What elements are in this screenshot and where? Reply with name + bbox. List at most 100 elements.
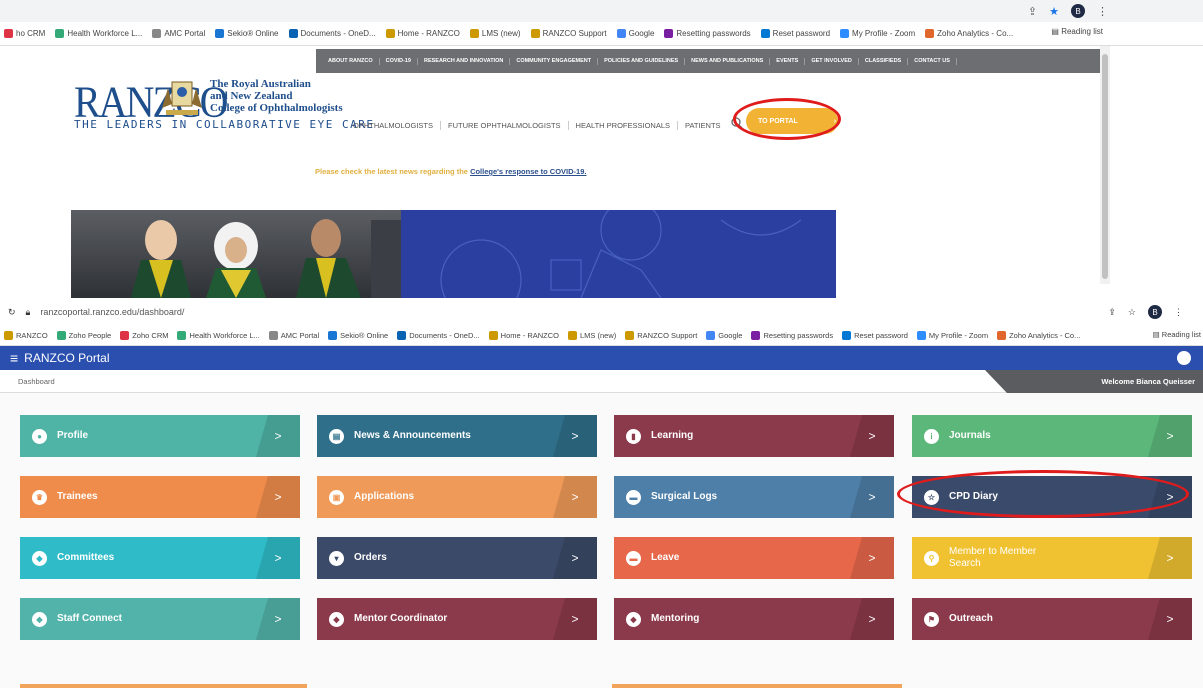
reading-list-link[interactable]: ▤ Reading list (1051, 27, 1103, 36)
site-nav-about-ranzco[interactable]: ABOUT RANZCO (322, 57, 380, 65)
chevron-right-icon[interactable]: > (1148, 415, 1192, 457)
bookmark-label: Home - RANZCO (500, 331, 559, 340)
chevron-right-icon[interactable]: > (553, 598, 597, 640)
bookmark-ranzco-support[interactable]: RANZCO Support (625, 331, 697, 340)
bookmark-favicon-icon (120, 331, 130, 340)
bookmark-amc-portal[interactable]: AMC Portal (152, 29, 205, 38)
profile-avatar[interactable]: B (1071, 4, 1085, 18)
tile-learning[interactable]: ▮ Learning > (614, 415, 894, 457)
tile-leave[interactable]: ▬ Leave > (614, 537, 894, 579)
site-nav-covid-19[interactable]: COVID-19 (380, 57, 418, 65)
site-nav-policies-and-guidelines[interactable]: POLICIES AND GUIDELINES (598, 57, 686, 65)
chevron-right-icon[interactable]: > (850, 415, 894, 457)
tile-member-to-member-search[interactable]: ⚲ Member to Member Search > (912, 537, 1192, 579)
tile-journals[interactable]: i Journals > (912, 415, 1192, 457)
main-nav-health-professionals[interactable]: HEALTH PROFESSIONALS (569, 121, 678, 130)
bookmark-my-profile-zoom[interactable]: My Profile - Zoom (840, 29, 915, 38)
chevron-right-icon[interactable]: > (553, 415, 597, 457)
bookmark-google[interactable]: Google (706, 331, 742, 340)
bookmark-ranzco[interactable]: RANZCO (4, 331, 48, 340)
bookmark-resetting-passwords[interactable]: Resetting passwords (751, 331, 833, 340)
breadcrumb[interactable]: Dashboard (18, 377, 55, 386)
tile-news-announcements[interactable]: ▤ News & Announcements > (317, 415, 597, 457)
main-nav-patients[interactable]: PATIENTS (678, 121, 728, 130)
tile-committees[interactable]: ◆ Committees > (20, 537, 300, 579)
bookmark-reset-password[interactable]: Reset password (760, 29, 830, 38)
tile-mentor-coordinator[interactable]: ◆ Mentor Coordinator > (317, 598, 597, 640)
bookmark-zoho-crm[interactable]: Zoho CRM (120, 331, 168, 340)
bookmark-lms-new[interactable]: LMS (new) (469, 29, 521, 38)
bookmark-favicon-icon (664, 29, 674, 38)
reload-icon[interactable]: ↻ (8, 307, 16, 318)
site-nav-news-and-publications[interactable]: NEWS AND PUBLICATIONS (685, 57, 771, 65)
menu-dots-icon[interactable]: ⋮ (1097, 5, 1108, 18)
site-nav-get-involved[interactable]: GET INVOLVED (805, 57, 859, 65)
user-avatar[interactable] (1177, 351, 1191, 365)
tile-trainees[interactable]: ♛ Trainees > (20, 476, 300, 518)
bookmark-my-profile-zoom[interactable]: My Profile - Zoom (916, 331, 988, 340)
chevron-right-icon[interactable]: > (1148, 598, 1192, 640)
main-nav-future-ophthalmologists[interactable]: FUTURE OPHTHALMOLOGISTS (441, 121, 569, 130)
chevron-right-icon[interactable]: > (850, 537, 894, 579)
reading-list-link[interactable]: ▤ Reading list (1152, 330, 1201, 339)
chevron-right-icon[interactable]: > (256, 415, 300, 457)
chevron-right-icon[interactable]: > (256, 537, 300, 579)
profile-avatar[interactable]: B (1148, 305, 1162, 319)
bookmark-resetting-passwords[interactable]: Resetting passwords (664, 29, 751, 38)
site-nav-classifieds[interactable]: CLASSIFIEDS (859, 57, 909, 65)
tile-mentoring[interactable]: ◆ Mentoring > (614, 598, 894, 640)
bookmark-zoho-people[interactable]: Zoho People (56, 331, 111, 340)
tile-orders[interactable]: ▾ Orders > (317, 537, 597, 579)
bookmark-amc-portal[interactable]: AMC Portal (268, 331, 319, 340)
main-nav-ophthalmologists[interactable]: OPHTHALMOLOGISTS (346, 121, 442, 130)
bookmark-reset-password[interactable]: Reset password (842, 331, 908, 340)
bookmark-home-ranzco[interactable]: Home - RANZCO (385, 29, 460, 38)
page-scrollbar[interactable] (1100, 46, 1110, 284)
bookmark-star-icon[interactable]: ☆ (1128, 307, 1136, 318)
welcome-banner: Welcome Bianca Queisser (985, 370, 1203, 393)
bookmark-health-workforce-l[interactable]: Health Workforce L... (55, 29, 142, 38)
chevron-right-icon[interactable]: > (1148, 537, 1192, 579)
site-nav-contact-us[interactable]: CONTACT US (908, 57, 957, 65)
scrollbar-thumb[interactable] (1102, 54, 1108, 279)
bookmark-sekio-online[interactable]: Sekio® Online (215, 29, 279, 38)
bookmark-favicon-icon (288, 29, 298, 38)
bookmark-health-workforce-l[interactable]: Health Workforce L... (177, 331, 260, 340)
bookmark-favicon-icon (530, 29, 540, 38)
bookmark-star-icon[interactable]: ★ (1049, 5, 1059, 18)
site-nav-events[interactable]: EVENTS (770, 57, 806, 65)
bookmark-ranzco-support[interactable]: RANZCO Support (530, 29, 607, 38)
chevron-right-icon[interactable]: > (850, 598, 894, 640)
bookmark-label: Health Workforce L... (189, 331, 260, 340)
bookmark-zoho-analytics-co[interactable]: Zoho Analytics - Co... (925, 29, 1013, 38)
chevron-right-icon[interactable]: > (256, 598, 300, 640)
chevron-right-icon[interactable]: > (553, 476, 597, 518)
share-icon[interactable]: ⇪ (1108, 307, 1116, 318)
hamburger-menu-icon[interactable]: ≡ (10, 351, 18, 365)
tile-staff-connect[interactable]: ◆ Staff Connect > (20, 598, 300, 640)
bookmark-label: LMS (new) (580, 331, 617, 340)
bookmark-favicon-icon (488, 331, 498, 340)
bookmark-lms-new[interactable]: LMS (new) (568, 331, 616, 340)
covid-response-link[interactable]: College's response to COVID-19. (470, 167, 586, 176)
bookmark-documents-oned[interactable]: Documents - OneD... (288, 29, 376, 38)
tile-surgical-logs[interactable]: ▬ Surgical Logs > (614, 476, 894, 518)
tile-outreach[interactable]: ⚑ Outreach > (912, 598, 1192, 640)
chevron-right-icon[interactable]: > (553, 537, 597, 579)
site-nav-community-engagement[interactable]: COMMUNITY ENGAGEMENT (510, 57, 599, 65)
bookmark-google[interactable]: Google (616, 29, 654, 38)
site-nav-research-and-innovation[interactable]: RESEARCH AND INNOVATION (418, 57, 511, 65)
url-field[interactable]: ranzcoportal.ranzco.edu/dashboard/ (40, 307, 184, 317)
bookmark-ho-crm[interactable]: ho CRM (4, 29, 45, 38)
chevron-right-icon[interactable]: > (850, 476, 894, 518)
share-icon[interactable]: ⇪ (1028, 5, 1037, 18)
portal-title[interactable]: RANZCO Portal (24, 351, 109, 365)
bookmark-zoho-analytics-co[interactable]: Zoho Analytics - Co... (997, 331, 1080, 340)
tile-profile[interactable]: ● Profile > (20, 415, 300, 457)
bookmark-sekio-online[interactable]: Sekio® Online (328, 331, 388, 340)
tile-applications[interactable]: ▣ Applications > (317, 476, 597, 518)
bookmark-documents-oned[interactable]: Documents - OneD... (397, 331, 480, 340)
chevron-right-icon[interactable]: > (256, 476, 300, 518)
bookmark-home-ranzco[interactable]: Home - RANZCO (488, 331, 559, 340)
menu-dots-icon[interactable]: ⋮ (1174, 307, 1183, 318)
